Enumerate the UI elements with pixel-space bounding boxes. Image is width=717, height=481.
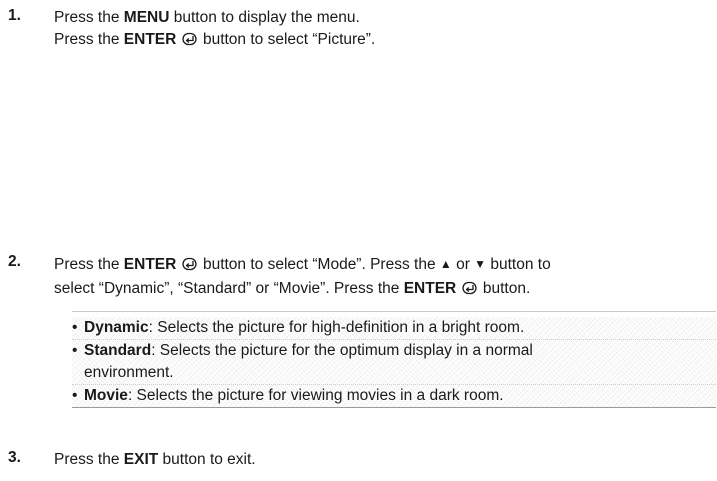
note-movie: • Movie: Selects the picture for viewing…	[72, 385, 716, 407]
enter-button-label: ENTER	[403, 280, 457, 297]
step-3-line-1: Press the EXIT button to exit.	[54, 451, 256, 468]
bullet-icon: •	[72, 342, 78, 359]
enter-icon	[181, 256, 198, 278]
step-number: 2.	[8, 253, 21, 270]
menu-button-label: MENU	[123, 9, 170, 26]
note-description: : Selects the picture for the optimum di…	[151, 342, 533, 359]
step-2-line-2: select “Dynamic”, “Standard” or “Movie”.…	[54, 278, 704, 302]
mode-notes-box: • Dynamic: Selects the picture for high-…	[72, 311, 716, 408]
enter-icon	[461, 280, 478, 302]
exit-button-label: EXIT	[123, 451, 159, 468]
note-term: Movie	[84, 387, 128, 404]
note-term: Dynamic	[84, 319, 149, 336]
step-1-line-2: Press the ENTER button to select “Pictur…	[54, 29, 704, 53]
down-triangle-icon: ▼	[474, 257, 487, 271]
note-dynamic: • Dynamic: Selects the picture for high-…	[72, 317, 716, 340]
step-1-line-1: Press the MENU button to display the men…	[54, 9, 360, 26]
note-description-continued: environment.	[84, 364, 174, 381]
enter-button-label: ENTER	[123, 256, 177, 273]
step-number: 1.	[8, 7, 21, 24]
step-2-line-1: Press the ENTER button to select “Mode”.…	[54, 253, 704, 278]
step-3-text: Press the EXIT button to exit.	[54, 449, 704, 471]
enter-button-label: ENTER	[123, 31, 177, 48]
step-2-text: Press the ENTER button to select “Mode”.…	[54, 253, 704, 302]
note-description: : Selects the picture for viewing movies…	[127, 387, 504, 404]
notes-divider	[72, 311, 716, 312]
bullet-icon: •	[72, 387, 78, 404]
step-1-text: Press the MENU button to display the men…	[54, 7, 704, 53]
enter-icon	[181, 31, 198, 53]
up-triangle-icon: ▲	[439, 257, 452, 271]
note-term: Standard	[84, 342, 152, 359]
bullet-icon: •	[72, 319, 78, 336]
note-description: : Selects the picture for high-definitio…	[148, 319, 525, 336]
note-standard: • Standard: Selects the picture for the …	[72, 340, 716, 385]
step-number: 3.	[8, 449, 21, 466]
